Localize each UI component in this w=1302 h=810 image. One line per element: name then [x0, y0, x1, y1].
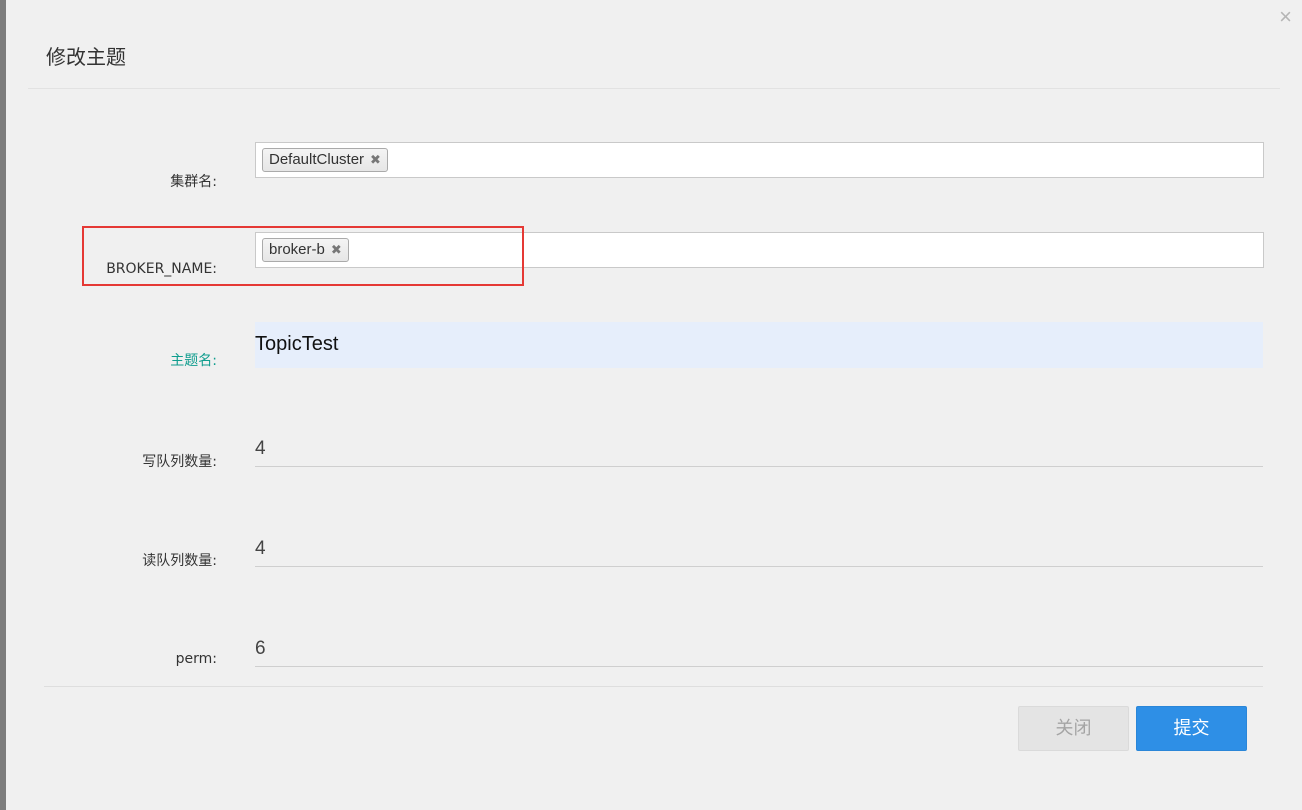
edit-topic-dialog: 修改主题 × 集群名: DefaultCluster ✖ BROKER_NAME…	[6, 0, 1302, 810]
write-queue-count-label: 写队列数量:	[142, 454, 217, 470]
close-button[interactable]: 关闭	[1018, 706, 1129, 751]
cluster-tag-label: DefaultCluster	[269, 151, 365, 168]
cluster-select[interactable]: DefaultCluster ✖	[255, 142, 1264, 178]
broker-name-select[interactable]: broker-b ✖	[255, 232, 1264, 268]
footer-divider	[44, 686, 1263, 687]
broker-name-label: BROKER_NAME:	[106, 261, 217, 277]
broker-tag-label: broker-b	[269, 241, 325, 258]
cluster-tag: DefaultCluster ✖	[262, 148, 388, 172]
dialog-header: 修改主题	[28, 0, 1280, 89]
topic-name-field: TopicTest	[255, 322, 1263, 368]
topic-name-value: TopicTest	[255, 333, 339, 355]
remove-cluster-tag-icon[interactable]: ✖	[370, 149, 381, 171]
read-queue-count-input[interactable]	[255, 532, 1263, 566]
broker-tag: broker-b ✖	[262, 238, 349, 262]
close-icon[interactable]: ×	[1279, 6, 1292, 28]
perm-field	[255, 632, 1263, 667]
cluster-label: 集群名:	[170, 174, 217, 190]
submit-button[interactable]: 提交	[1136, 706, 1247, 751]
dialog-title: 修改主题	[46, 45, 126, 69]
write-queue-count-input[interactable]	[255, 432, 1263, 466]
topic-name-label: 主题名:	[170, 353, 217, 369]
write-queue-count-field	[255, 432, 1263, 467]
read-queue-count-label: 读队列数量:	[142, 553, 217, 569]
perm-label: perm:	[175, 651, 217, 667]
remove-broker-tag-icon[interactable]: ✖	[331, 239, 342, 261]
read-queue-count-field	[255, 532, 1263, 567]
perm-input[interactable]	[255, 632, 1263, 666]
